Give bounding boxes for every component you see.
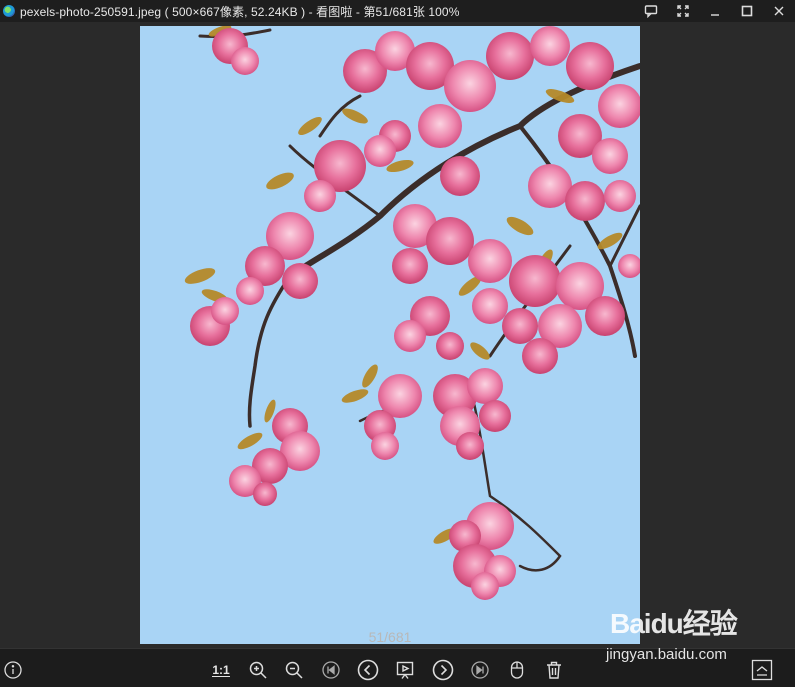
- image-viewer[interactable]: 51/681: [0, 22, 795, 648]
- last-image-icon[interactable]: [467, 657, 493, 683]
- first-image-icon[interactable]: [318, 657, 344, 683]
- zoom-in-icon[interactable]: [245, 657, 271, 683]
- watermark-logo: Baidu经验: [610, 602, 738, 642]
- image-counter: 51/681: [368, 629, 412, 645]
- delete-icon[interactable]: [541, 657, 567, 683]
- actual-size-button[interactable]: 1:1: [208, 657, 234, 683]
- watermark-logo-suffix: 经验: [682, 608, 738, 639]
- baidu-jingyan-watermark: Baidu经验 jingyan.baidu.com: [604, 602, 764, 668]
- fullscreen-icon[interactable]: [667, 0, 699, 22]
- mouse-icon[interactable]: [504, 657, 530, 683]
- chat-icon[interactable]: [635, 0, 667, 22]
- app-logo-icon: [3, 5, 15, 17]
- zoom-out-icon[interactable]: [281, 657, 307, 683]
- slideshow-icon[interactable]: [392, 657, 418, 683]
- close-icon[interactable]: [763, 0, 795, 22]
- minimize-icon[interactable]: [699, 0, 731, 22]
- info-icon[interactable]: [0, 657, 26, 683]
- watermark-logo-bai: Bai: [610, 608, 652, 639]
- title-bar: pexels-photo-250591.jpeg ( 500×667像素, 52…: [0, 0, 795, 22]
- next-icon[interactable]: [430, 657, 456, 683]
- watermark-site: jingyan.baidu.com: [606, 646, 727, 663]
- previous-icon[interactable]: [355, 657, 381, 683]
- window-title: pexels-photo-250591.jpeg ( 500×667像素, 52…: [20, 4, 460, 19]
- ratio-label: 1:1: [212, 662, 230, 677]
- maximize-icon[interactable]: [731, 0, 763, 22]
- window-controls: [635, 0, 795, 22]
- photo-cherry-blossoms: [140, 26, 640, 644]
- watermark-logo-du: du: [650, 608, 684, 639]
